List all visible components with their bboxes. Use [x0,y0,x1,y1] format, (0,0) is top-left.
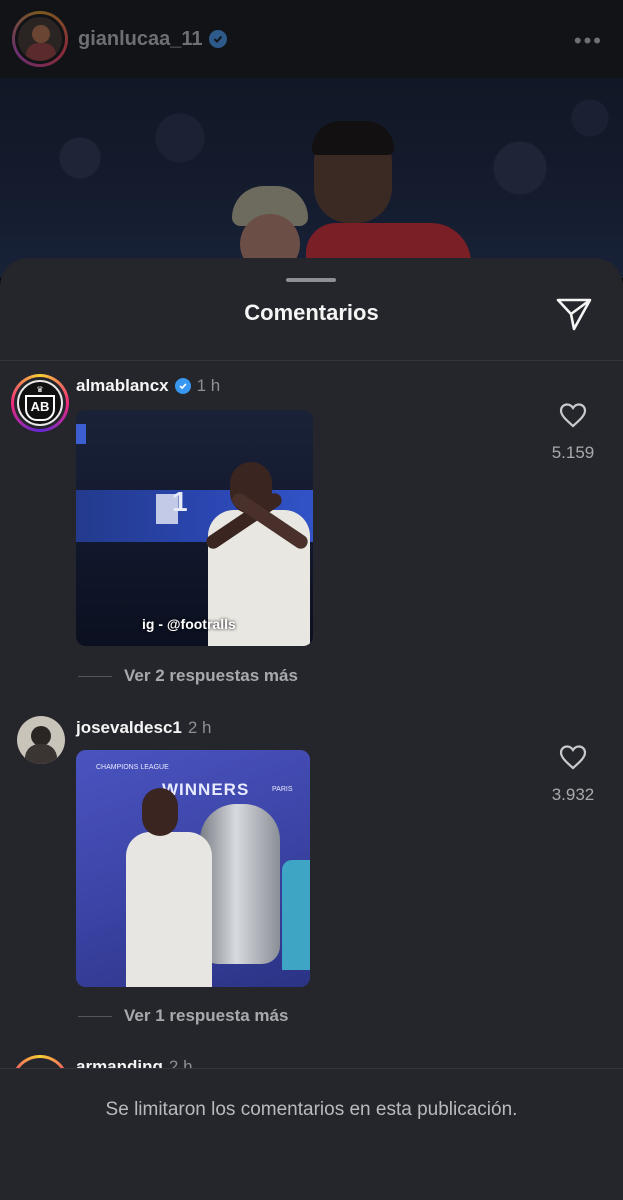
comment-time: 1 h [196,376,221,395]
comments-footer: Se limitaron los comentarios en esta pub… [0,1068,623,1200]
verified-badge-icon [174,378,191,394]
post-image [0,78,623,278]
heart-icon[interactable] [559,744,587,770]
image-city-text: PARIS [272,786,293,793]
limited-comments-notice: Se limitaron los comentarios en esta pub… [105,1099,518,1120]
replies-line [78,675,112,677]
commenter-avatar[interactable]: ♛ AB [11,374,69,432]
commenter-username[interactable]: almablancx [76,376,169,396]
like-count: 5.159 [551,443,595,462]
comment-header: almablancx 1 h [76,376,220,396]
view-replies-label: Ver 1 respuesta más [124,1006,289,1025]
view-replies-label: Ver 2 respuestas más [124,666,298,685]
comment-like: 5.159 [523,402,623,463]
post-author-avatar[interactable] [12,11,68,67]
post-author-username[interactable]: gianlucaa_11 [78,28,203,51]
post-header: gianlucaa_11 ••• [0,0,623,78]
commenter-avatar[interactable] [17,716,65,764]
like-count: 3.932 [551,785,595,804]
player-figure [126,832,212,987]
comment-header: josevaldesc1 2 h [76,718,212,738]
comment-item: josevaldesc1 2 h CHAMPIONS LEAGUE WINNER… [0,716,623,1036]
post-author-avatar-image [15,14,65,64]
comment-gif-image[interactable]: 1 ig - @footralls [76,410,313,646]
verified-badge-icon [208,30,227,48]
sheet-drag-handle[interactable] [286,278,336,282]
ab-logo: ♛ AB [17,380,63,426]
comments-sheet: Comentarios ♛ AB almablancx 1 h 1 ig - @… [0,258,623,1200]
more-options-icon[interactable]: ••• [574,28,603,54]
trophy-figure [200,804,280,964]
sheet-divider [0,360,623,361]
player-right-figure [306,121,476,278]
commenter-username[interactable]: josevaldesc1 [76,718,182,738]
comment-gif-image[interactable]: CHAMPIONS LEAGUE WINNERS PARIS [76,750,310,987]
comment-item: ♛ AB almablancx 1 h 1 ig - @footralls 5.… [0,374,623,694]
image-watermark: ig - @footralls [142,616,236,632]
heart-icon[interactable] [559,402,587,428]
paper-plane-icon[interactable] [555,296,593,332]
sheet-title: Comentarios [244,300,379,325]
view-replies-button[interactable]: Ver 2 respuestas más [78,666,298,686]
replies-line [78,1015,112,1017]
commenter-avatar[interactable] [11,1055,69,1069]
view-replies-button[interactable]: Ver 1 respuesta más [78,1006,288,1026]
image-league-text: CHAMPIONS LEAGUE [96,764,169,771]
comment-time: 2 h [187,718,212,737]
comment-like: 3.932 [523,744,623,805]
comment-item-partial: armanding 2 h [0,1053,623,1069]
